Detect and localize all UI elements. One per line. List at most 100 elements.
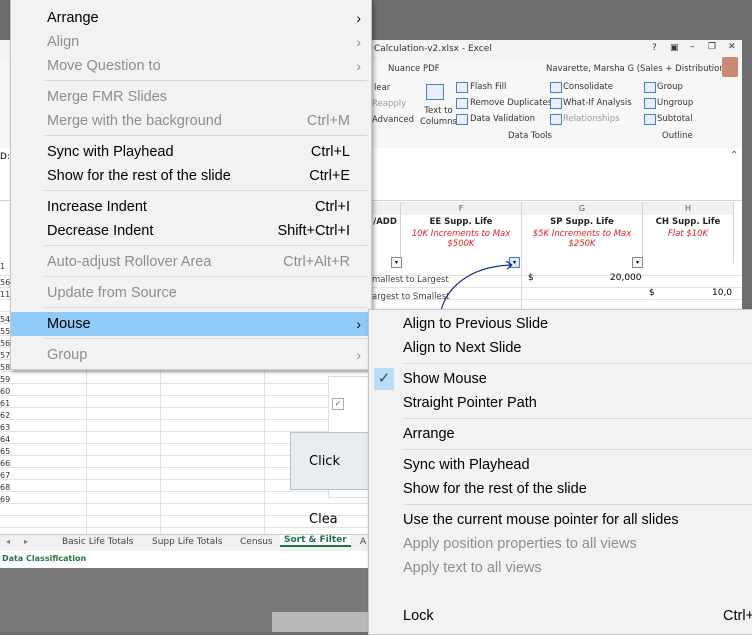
row-number[interactable]: 60 — [0, 387, 10, 396]
sheet-tab-a[interactable]: A — [360, 537, 366, 547]
submenu-item-lock[interactable]: Lock Ctrl+ — [369, 604, 752, 628]
row-number[interactable]: 1 — [0, 262, 10, 271]
menu-item-show-for-the-rest-of-the-slide[interactable]: Show for the rest of the slide Ctrl+E — [11, 164, 371, 188]
row-number[interactable]: 62 — [0, 411, 10, 420]
menu-item-mouse[interactable]: Mouse › — [11, 312, 371, 336]
cell-g-value[interactable]: 20,000 — [610, 273, 642, 283]
column-header-e[interactable] — [370, 202, 401, 216]
tab-scroll-left-icon[interactable]: ◂ — [6, 537, 10, 546]
data-classification-label[interactable]: Data Classification — [2, 554, 86, 563]
menu-item-auto-adjust-rollover-area[interactable]: Auto-adjust Rollover Area Ctrl+Alt+R — [11, 250, 371, 274]
menu-item-arrange[interactable]: Arrange › — [11, 6, 371, 30]
menu-separator — [45, 276, 367, 277]
remove-duplicates-button[interactable]: Remove Duplicates — [470, 98, 552, 108]
ribbon-tab-nuance[interactable]: Nuance PDF — [388, 64, 440, 74]
menu-item-label: Align — [47, 34, 80, 50]
menu-separator — [45, 245, 367, 246]
sheet-tab-basic-life-totals[interactable]: Basic Life Totals — [62, 537, 133, 547]
row-number[interactable]: 58 — [0, 363, 10, 372]
row-number[interactable]: 61 — [0, 399, 10, 408]
menu-separator — [403, 418, 752, 419]
minimize-icon[interactable]: – — [690, 42, 695, 52]
submenu-item-sync-with-playhead[interactable]: Sync with Playhead — [369, 453, 752, 477]
filter-checkbox[interactable]: ✓ — [332, 398, 344, 410]
what-if-icon — [550, 98, 562, 109]
submenu-item-use-the-current-mouse-pointer-for-all-slides[interactable]: Use the current mouse pointer for all sl… — [369, 508, 752, 532]
row-number[interactable]: 66 — [0, 459, 10, 468]
menu-item-label: Show for the rest of the slide — [47, 168, 231, 184]
menu-item-merge-with-the-background[interactable]: Merge with the background Ctrl+M — [11, 109, 371, 133]
menu-item-label: Decrease Indent — [47, 223, 154, 239]
group-icon — [644, 82, 656, 93]
row-number[interactable]: 56 — [0, 339, 10, 348]
submenu-item-show-for-the-rest-of-the-slide[interactable]: Show for the rest of the slide — [369, 477, 752, 501]
menu-item-group[interactable]: Group › — [11, 343, 371, 367]
ribbon-display-icon[interactable]: ▣ — [670, 43, 679, 53]
menu-item-increase-indent[interactable]: Increase Indent Ctrl+I — [11, 195, 371, 219]
submenu-item-apply-text-to-all-views[interactable]: Apply text to all views — [369, 556, 752, 580]
column-header-g[interactable]: G — [522, 202, 643, 216]
menu-separator — [403, 449, 752, 450]
menu-item-decrease-indent[interactable]: Decrease Indent Shift+Ctrl+I — [11, 219, 371, 243]
avatar[interactable] — [722, 57, 738, 77]
submenu-item-arrange[interactable]: Arrange — [369, 422, 752, 446]
submenu-item-straight-pointer-path[interactable]: Straight Pointer Path — [369, 391, 752, 415]
row-number[interactable]: 67 — [0, 471, 10, 480]
cell-h-value[interactable]: 10,0 — [712, 288, 732, 298]
close-icon[interactable]: ✕ — [728, 42, 736, 52]
text-to-columns-button[interactable]: Text to Columns — [420, 106, 457, 128]
menu-item-sync-with-playhead[interactable]: Sync with Playhead Ctrl+L — [11, 140, 371, 164]
row-number[interactable]: 56 — [0, 278, 10, 287]
row-number[interactable]: 55 — [0, 327, 10, 336]
data-validation-button[interactable]: Data Validation — [470, 114, 535, 124]
click-clear-button[interactable]: Click Clea — [290, 432, 370, 527]
submenu-item-show-mouse[interactable]: ✓ Show Mouse — [369, 367, 752, 391]
ungroup-button[interactable]: Ungroup — [657, 98, 693, 108]
flash-fill-button[interactable]: Flash Fill — [470, 82, 506, 92]
restore-icon[interactable]: ❐ — [708, 42, 716, 52]
help-icon[interactable]: ? — [652, 43, 657, 53]
submenu-item-align-to-previous-slide[interactable]: Align to Previous Slide — [369, 312, 752, 336]
clear-button[interactable]: lear — [374, 83, 390, 93]
sheet-tab-supp-life-totals[interactable]: Supp Life Totals — [152, 537, 223, 547]
group-button[interactable]: Group — [657, 82, 683, 92]
menu-item-update-from-source[interactable]: Update from Source — [11, 281, 371, 305]
row-number[interactable]: 69 — [0, 495, 10, 504]
ch-supp-life-header[interactable]: CH Supp. Life Flat $10K — [643, 215, 734, 263]
submenu-item-label: Align to Next Slide — [403, 340, 522, 356]
sheet-tab-sort-filter[interactable]: Sort & Filter — [280, 535, 351, 547]
relationships-button[interactable]: Relationships — [563, 114, 620, 124]
sp-supp-life-header[interactable]: SP Supp. Life $5K Increments to Max $250… — [522, 215, 643, 263]
advanced-button[interactable]: Advanced — [372, 115, 414, 125]
row-number[interactable]: 11 — [0, 290, 10, 299]
consolidate-button[interactable]: Consolidate — [563, 82, 613, 92]
row-number[interactable]: 59 — [0, 375, 10, 384]
collapse-formula-icon[interactable]: ⌃ — [730, 150, 738, 161]
user-name[interactable]: Navarette, Marsha G (Sales + Distributio… — [546, 64, 728, 74]
column-header-f[interactable]: F — [401, 202, 522, 216]
submenu-item-apply-position-properties-to-all-views[interactable]: Apply position properties to all views — [369, 532, 752, 556]
subtotal-button[interactable]: Subtotal — [657, 114, 693, 124]
menu-item-shortcut: Shift+Ctrl+I — [277, 223, 350, 239]
row-number[interactable]: 65 — [0, 447, 10, 456]
ee-supp-life-header[interactable]: EE Supp. Life 10K Increments to Max $500… — [401, 215, 522, 263]
tab-scroll-right-icon[interactable]: ▸ — [24, 537, 28, 546]
remove-duplicates-icon — [456, 98, 468, 109]
menu-item-align[interactable]: Align › — [11, 30, 371, 54]
name-box[interactable]: D: — [0, 152, 10, 162]
row-number[interactable]: 54 — [0, 315, 10, 324]
sheet-tab-census[interactable]: Census — [240, 537, 273, 547]
row-number[interactable]: 63 — [0, 423, 10, 432]
row-number[interactable]: 64 — [0, 435, 10, 444]
row-number[interactable]: 57 — [0, 351, 10, 360]
submenu-item-label: Apply position properties to all views — [403, 536, 637, 552]
row-number[interactable]: 68 — [0, 483, 10, 492]
menu-item-move-question-to[interactable]: Move Question to › — [11, 54, 371, 78]
column-header-h[interactable]: H — [643, 202, 734, 216]
what-if-button[interactable]: What-If Analysis — [563, 98, 632, 108]
add-header-cell[interactable]: /ADD — [370, 215, 401, 263]
submenu-item-align-to-next-slide[interactable]: Align to Next Slide — [369, 336, 752, 360]
menu-item-merge-fmr-slides[interactable]: Merge FMR Slides — [11, 85, 371, 109]
reapply-button[interactable]: Reapply — [372, 99, 406, 109]
submenu-item-label: Use the current mouse pointer for all sl… — [403, 512, 679, 528]
